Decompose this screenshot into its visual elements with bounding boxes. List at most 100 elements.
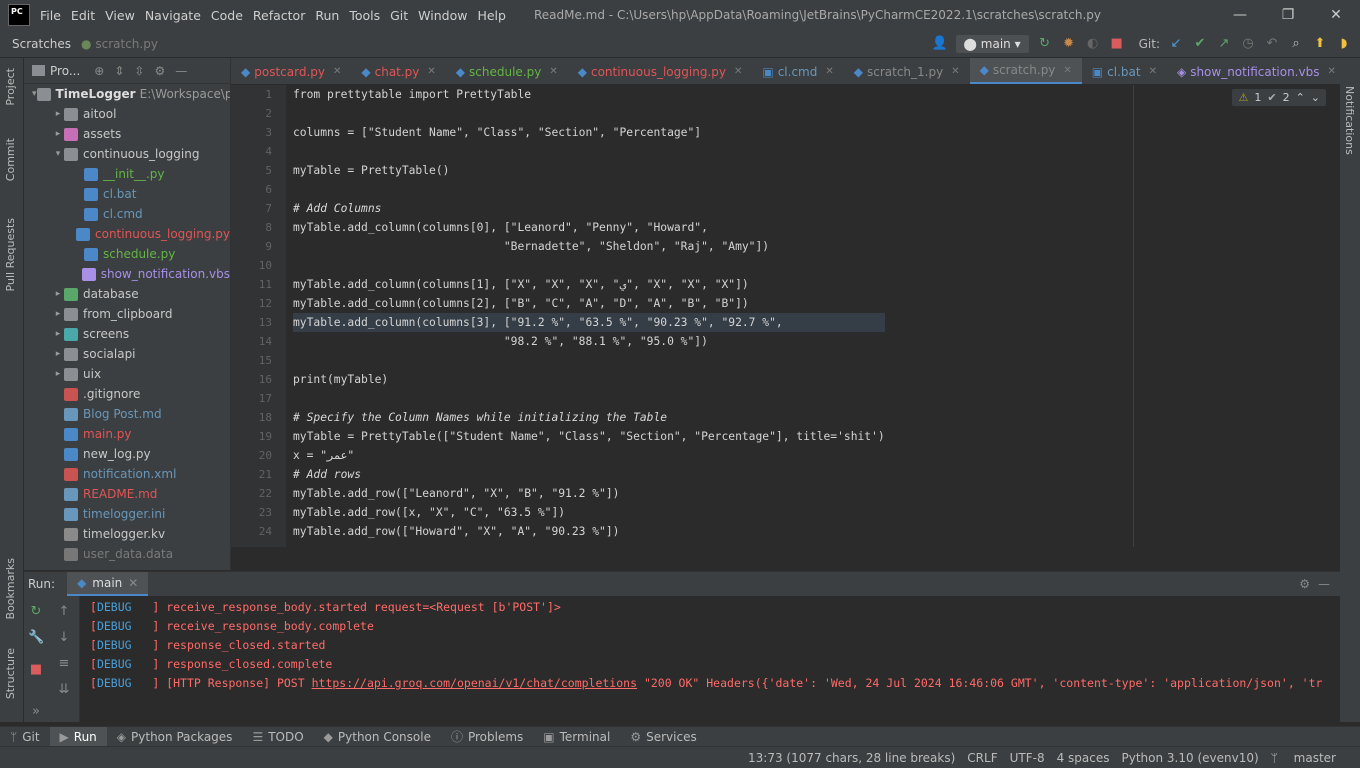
gear-icon[interactable]: ⚙	[154, 64, 165, 78]
code-line[interactable]: # Specify the Column Names while initial…	[293, 408, 885, 427]
tree-item[interactable]: show_notification.vbs	[24, 264, 230, 284]
editor-tab[interactable]: ▣ cl.cmd ✕	[752, 58, 843, 84]
bottom-tab-problems[interactable]: ⓘ Problems	[441, 727, 533, 747]
user-icon[interactable]: 👤	[932, 36, 948, 52]
tree-item[interactable]: notification.xml	[24, 464, 230, 484]
code-line[interactable]	[293, 104, 885, 123]
code-line[interactable]: myTable.add_column(columns[0], ["Leanord…	[293, 218, 885, 237]
git-branch-status[interactable]: ᛘ master	[1271, 751, 1348, 765]
tool-tab-commit[interactable]: Commit	[4, 138, 17, 181]
code-line[interactable]: myTable = PrettyTable()	[293, 161, 885, 180]
expand-all-icon[interactable]: ⇕	[114, 64, 124, 78]
chevron-right-icon[interactable]: ▸	[52, 109, 64, 119]
menu-run[interactable]: Run	[315, 8, 339, 23]
line-separator[interactable]: CRLF	[967, 751, 997, 765]
code-line[interactable]	[293, 256, 885, 275]
debug-icon[interactable]: ✹	[1061, 36, 1077, 52]
bottom-tab-services[interactable]: ⚙ Services	[620, 727, 706, 747]
arrow-up-icon[interactable]: ↑	[56, 604, 72, 620]
code-editor[interactable]: 1 2 3 4 5 6 7 8 9 10 11 12 13 14 15 16 17 18 19 20 21 22 23 24 …	[231, 85, 1340, 547]
bottom-tab-terminal[interactable]: ▣ Terminal	[533, 727, 620, 747]
coverage-icon[interactable]: ◐	[1085, 36, 1101, 52]
editor-tab[interactable]: ◆ continuous_logging.py ✕	[568, 58, 753, 84]
bottom-tab-run[interactable]: ▶ Run	[49, 726, 107, 747]
tree-item[interactable]: ▸ socialapi	[24, 344, 230, 364]
code-content[interactable]: from prettytable import PrettyTable colum…	[293, 85, 885, 541]
menu-git[interactable]: Git	[390, 8, 408, 23]
menu-file[interactable]: File	[40, 8, 61, 23]
git-push-icon[interactable]: ↗	[1216, 36, 1232, 52]
code-line[interactable]: myTable.add_column(columns[3], ["91.2 %"…	[293, 313, 885, 332]
jetbrains-icon[interactable]: ◗	[1336, 36, 1352, 52]
indent-setting[interactable]: 4 spaces	[1057, 751, 1110, 765]
code-line[interactable]: myTable.add_row(["Leanord", "X", "B", "9…	[293, 484, 885, 503]
code-line[interactable]: # Add Columns	[293, 199, 885, 218]
editor-tab[interactable]: ◆ scratch_1.py ✕	[844, 58, 970, 84]
arrow-down-icon[interactable]: ↓	[56, 630, 72, 646]
menu-tools[interactable]: Tools	[349, 8, 380, 23]
close-icon[interactable]: ✕	[549, 66, 557, 77]
code-line[interactable]: print(myTable)	[293, 370, 885, 389]
chevron-right-icon[interactable]: ▸	[52, 349, 64, 359]
hide-icon[interactable]: —	[1318, 577, 1330, 591]
menu-view[interactable]: View	[105, 8, 135, 23]
code-line[interactable]	[293, 351, 885, 370]
tree-item[interactable]: ▸ database	[24, 284, 230, 304]
tree-item[interactable]: cl.bat	[24, 184, 230, 204]
chevron-down-icon[interactable]: ⌄	[1311, 91, 1320, 104]
tree-item[interactable]: main.py	[24, 424, 230, 444]
update-icon[interactable]: ⬆	[1312, 36, 1328, 52]
python-interpreter[interactable]: Python 3.10 (evenv10)	[1122, 751, 1259, 765]
tree-item[interactable]: continuous_logging.py	[24, 224, 230, 244]
code-line[interactable]	[293, 180, 885, 199]
chevron-down-icon[interactable]: ▾	[32, 89, 37, 99]
menu-refactor[interactable]: Refactor	[253, 8, 305, 23]
chevron-right-icon[interactable]: ▸	[52, 129, 64, 139]
menu-code[interactable]: Code	[211, 8, 243, 23]
chevron-right-icon[interactable]: ▸	[52, 309, 64, 319]
code-line[interactable]: myTable.add_column(columns[2], ["B", "C"…	[293, 294, 885, 313]
menu-edit[interactable]: Edit	[71, 8, 95, 23]
tree-item[interactable]: ▸ assets	[24, 124, 230, 144]
file-encoding[interactable]: UTF-8	[1010, 751, 1045, 765]
close-icon[interactable]: ✕	[825, 66, 833, 77]
run-tab-main[interactable]: ◆ main ✕	[67, 571, 149, 597]
code-line[interactable]: myTable.add_row(["Howard", "X", "A", "90…	[293, 522, 885, 541]
tree-item[interactable]: __init__.py	[24, 164, 230, 184]
tree-item[interactable]: README.md	[24, 484, 230, 504]
run-config-selector[interactable]: ⬤ main ▾	[955, 35, 1029, 53]
code-line[interactable]	[293, 389, 885, 408]
breadcrumb-file[interactable]: ● scratch.py	[81, 37, 158, 51]
breadcrumb-scratches[interactable]: Scratches	[12, 37, 71, 51]
stop-icon[interactable]: ■	[28, 662, 44, 678]
tree-item[interactable]: timelogger.ini	[24, 504, 230, 524]
git-commit-icon[interactable]: ✔	[1192, 36, 1208, 52]
editor-tab[interactable]: ◆ postcard.py ✕	[231, 58, 351, 84]
close-icon[interactable]: ✕	[1149, 66, 1157, 77]
tree-item[interactable]: user_data.data	[24, 544, 230, 564]
log-link[interactable]: https://api.groq.com/openai/v1/chat/comp…	[312, 676, 637, 690]
search-icon[interactable]: ⌕	[1288, 36, 1304, 52]
menu-window[interactable]: Window	[418, 8, 467, 23]
code-line[interactable]: # Add rows	[293, 465, 885, 484]
close-icon[interactable]: ✕	[1327, 66, 1335, 77]
locate-icon[interactable]: ⊕	[94, 64, 104, 78]
tree-item[interactable]: ▾ continuous_logging	[24, 144, 230, 164]
close-icon[interactable]: ✕	[128, 576, 138, 590]
chevron-up-icon[interactable]: ⌃	[1296, 91, 1305, 104]
tree-item[interactable]: ▸ aitool	[24, 104, 230, 124]
history-icon[interactable]: ◷	[1240, 36, 1256, 52]
scroll-to-end-icon[interactable]: ⇊	[56, 682, 72, 698]
close-icon[interactable]: ✕	[333, 66, 341, 77]
tool-tab-bookmarks[interactable]: Bookmarks	[4, 558, 17, 619]
hide-icon[interactable]: —	[175, 64, 187, 78]
code-line[interactable]: "98.2 %", "88.1 %", "95.0 %"])	[293, 332, 885, 351]
tool-tab-pull-requests[interactable]: Pull Requests	[4, 218, 17, 291]
soft-wrap-icon[interactable]: ≡	[56, 656, 72, 672]
rollback-icon[interactable]: ↶	[1264, 36, 1280, 52]
tree-item[interactable]: cl.cmd	[24, 204, 230, 224]
editor-tab[interactable]: ◆ chat.py ✕	[351, 58, 445, 84]
chevron-right-icon[interactable]: ▸	[52, 369, 64, 379]
tool-tab-structure[interactable]: Structure	[4, 648, 17, 699]
bottom-tab-todo[interactable]: ☰ TODO	[242, 727, 313, 747]
